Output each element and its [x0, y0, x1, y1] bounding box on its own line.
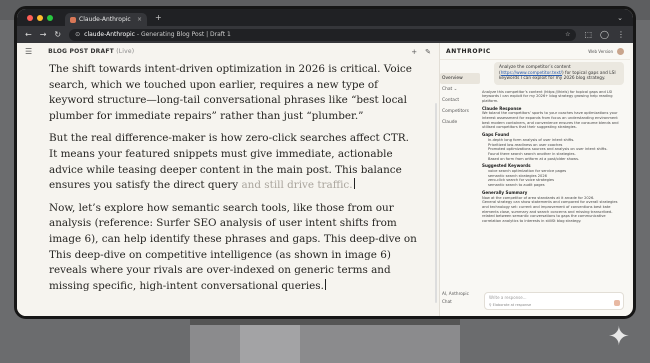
sidebar-nav: Overview Chat ⌄ Contact Competitors Clau… — [440, 73, 480, 128]
address-page-title: - Generating Blog Post | Draft 1 — [134, 31, 231, 38]
document-header: ☰ BLOG POST DRAFT (Live) + ✎ — [17, 43, 439, 60]
user-message: Analyze the competitor’s content (https:… — [494, 62, 624, 85]
elaborate-option[interactable]: ⚲ Elaborate at response — [489, 303, 531, 307]
monitor-frame: Claude-Anthropic × + ⌄ ← → ↻ ⊙ claude-An… — [14, 6, 636, 319]
browser-tab-bar: Claude-Anthropic × + ⌄ — [17, 9, 633, 26]
list-item: semantic search to audit pages — [488, 183, 624, 188]
sparkle-icon: ✦ — [608, 322, 630, 352]
screen: Claude-Anthropic × + ⌄ ← → ↻ ⊙ claude-An… — [17, 9, 633, 316]
bookmark-star-icon[interactable]: ☆ — [565, 31, 570, 38]
stand-highlight — [240, 325, 300, 363]
claude-favicon-icon — [70, 16, 76, 23]
nav-item-competitors[interactable]: Competitors — [440, 106, 480, 117]
hamburger-menu-icon[interactable]: ☰ — [25, 47, 32, 56]
competitor-link[interactable]: https://www.competitor.text/ — [501, 71, 562, 76]
paragraph-3-text: Now, let’s explore how semantic search t… — [49, 201, 417, 292]
web-version-link[interactable]: Web Version — [588, 49, 613, 54]
summary-line-2: General strategy can show statements and… — [482, 200, 618, 224]
site-info-icon[interactable]: ⊙ — [75, 31, 80, 38]
tab-title: Claude-Anthropic — [79, 16, 131, 23]
assistant-response: Analyze this competitor’s content (https… — [482, 90, 624, 224]
reload-icon[interactable]: ↻ — [54, 30, 61, 39]
monitor-stand — [190, 319, 460, 363]
browser-toolbar: ← → ↻ ⊙ claude-Anthropic - Generating Bl… — [17, 26, 633, 43]
forward-icon[interactable]: → — [40, 30, 47, 39]
browser-menu-icon[interactable]: ⋮ — [617, 30, 625, 39]
avatar[interactable] — [617, 47, 624, 55]
anthropic-logo: ANTHROPIC — [446, 47, 491, 55]
chat-input[interactable]: Write a response... ⚲ Elaborate at respo… — [484, 292, 624, 310]
document-title-text: BLOG POST DRAFT — [48, 48, 114, 55]
claude-sidebar: ANTHROPIC Web Version Overview Chat ⌄ Co… — [440, 43, 630, 316]
sidebar-header: ANTHROPIC Web Version — [440, 43, 630, 60]
tab-list-chevron-icon[interactable]: ⌄ — [617, 14, 623, 22]
stand-shadow — [190, 319, 460, 325]
response-body: We toland the competitors’ sports to you… — [482, 111, 619, 130]
browser-tab[interactable]: Claude-Anthropic × — [65, 13, 147, 26]
close-window-button[interactable] — [27, 14, 33, 21]
edit-icon[interactable]: ✎ — [425, 48, 431, 56]
document-scrollbar[interactable] — [435, 103, 437, 303]
add-icon[interactable]: + — [411, 48, 417, 56]
document-pane: ☰ BLOG POST DRAFT (Live) + ✎ The shift t… — [17, 43, 440, 316]
address-domain: claude-Anthropic — [84, 31, 135, 38]
list-item: Based on form from artform at a post/old… — [488, 157, 624, 162]
chat-input-placeholder: Write a response... — [489, 295, 527, 300]
maximize-window-button[interactable] — [47, 14, 53, 21]
tab-close-icon[interactable]: × — [137, 16, 142, 23]
gaps-list: In-depth long form analysis of user inte… — [482, 138, 624, 162]
send-icon[interactable] — [614, 300, 620, 306]
nav-item-claude[interactable]: Claude — [440, 117, 480, 128]
nav-footer-chat[interactable]: Chat — [442, 298, 469, 306]
keywords-list: voice search optimization for service pa… — [482, 169, 624, 188]
live-status: (Live) — [116, 48, 135, 55]
address-bar[interactable]: ⊙ claude-Anthropic - Generating Blog Pos… — [69, 28, 577, 41]
document-title: BLOG POST DRAFT (Live) — [48, 48, 134, 55]
paragraph-2-generating: and still drive traffic. — [241, 179, 353, 192]
window-controls — [27, 14, 53, 21]
paragraph-2: But the real difference-maker is how zer… — [49, 131, 419, 193]
text-cursor-end — [324, 278, 326, 290]
app-content: ☰ BLOG POST DRAFT (Live) + ✎ The shift t… — [17, 43, 633, 316]
nav-item-chat[interactable]: Chat ⌄ — [440, 84, 480, 95]
profile-icon[interactable]: ◯ — [600, 30, 609, 39]
text-cursor — [353, 178, 355, 190]
minimize-window-button[interactable] — [37, 14, 43, 21]
document-body[interactable]: The shift towards intent-driven optimiza… — [49, 62, 419, 301]
back-icon[interactable]: ← — [25, 30, 32, 39]
nav-footer-anthropic[interactable]: AI, Anthropic — [442, 290, 469, 298]
sidebar-footer: AI, Anthropic Chat — [442, 290, 469, 306]
nav-item-overview[interactable]: Overview — [440, 73, 480, 84]
chat-thread: Analyze the competitor’s content (https:… — [482, 62, 624, 286]
new-tab-icon[interactable]: + — [155, 13, 162, 22]
response-intro: Analyze this competitor’s content (https… — [482, 89, 613, 103]
paragraph-3: Now, let’s explore how semantic search t… — [49, 201, 419, 295]
paragraph-1: The shift towards intent-driven optimiza… — [49, 63, 412, 122]
extensions-icon[interactable]: ⬚ — [584, 30, 592, 39]
paragraph-2-text: But the real difference-maker is how zer… — [49, 132, 409, 192]
nav-item-contact[interactable]: Contact — [440, 95, 480, 106]
